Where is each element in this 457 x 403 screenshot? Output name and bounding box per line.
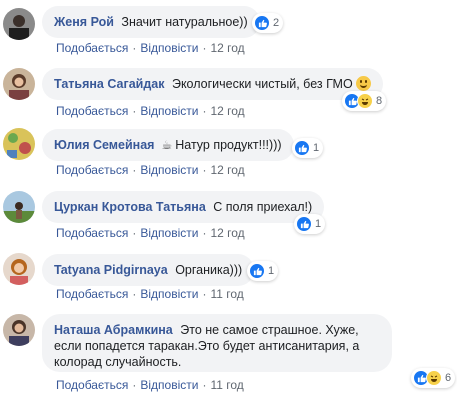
separator: · (132, 287, 137, 301)
comment-author[interactable]: Tatyana Pidgirnaya (54, 263, 168, 277)
comment-text: Экологически чистый, без ГМО (171, 77, 353, 91)
like-icon (254, 15, 270, 31)
reactions-count: 1 (315, 218, 322, 230)
comment-actions: Подобається · Відповісти · 12 год (56, 226, 245, 240)
separator: · (202, 104, 207, 118)
separator: · (132, 163, 137, 177)
timestamp[interactable]: 12 год (210, 41, 244, 55)
reactions-summary[interactable]: 8 (342, 91, 387, 111)
separator: · (132, 378, 137, 392)
comment-bubble: Наташа Абрамкина Это не самое страшное. … (42, 314, 392, 372)
reactions-count: 8 (376, 95, 383, 107)
comment-text: С поля приехал!) (213, 200, 313, 214)
timestamp[interactable]: 12 год (210, 226, 244, 240)
like-icon (296, 216, 312, 232)
comment-actions: Подобається · Відповісти · 12 год (56, 163, 245, 177)
haha-icon (426, 370, 442, 386)
reactions-summary[interactable]: 2 (252, 13, 284, 33)
comment-author[interactable]: Наташа Абрамкина (54, 323, 173, 337)
reply-link[interactable]: Відповісти (140, 104, 198, 118)
like-link[interactable]: Подобається (56, 378, 128, 392)
like-link[interactable]: Подобається (56, 41, 128, 55)
timestamp[interactable]: 11 год (210, 378, 243, 392)
comment-bubble: Tatyana Pidgirnaya Органика))) (42, 254, 255, 286)
reply-link[interactable]: Відповісти (140, 163, 198, 177)
reactions-count: 2 (273, 17, 280, 29)
separator: · (132, 226, 137, 240)
timestamp[interactable]: 12 год (210, 104, 244, 118)
comment-text: Значит натуральное)) (121, 15, 248, 29)
comment-actions: Подобається · Відповісти · 11 год (56, 378, 244, 392)
avatar[interactable] (3, 314, 35, 346)
like-link[interactable]: Подобається (56, 163, 128, 177)
reactions-count: 1 (313, 142, 320, 154)
timestamp[interactable]: 12 год (210, 163, 244, 177)
comment-author[interactable]: Цуркан Кротова Татьяна (54, 200, 206, 214)
avatar[interactable] (3, 8, 35, 40)
comment-actions: Подобається · Відповісти · 12 год (56, 104, 245, 118)
avatar[interactable] (3, 128, 35, 160)
reactions-count: 1 (268, 265, 275, 277)
separator: · (202, 226, 207, 240)
separator: · (202, 378, 207, 392)
reactions-count: 6 (445, 372, 452, 384)
separator: · (132, 41, 137, 55)
avatar[interactable] (3, 68, 35, 100)
comment-author[interactable]: Татьяна Сагайдак (54, 77, 164, 91)
reactions-summary[interactable]: 6 (411, 368, 456, 388)
smile-emoji-icon (355, 76, 371, 91)
comment-author[interactable]: Женя Рой (54, 15, 114, 29)
reactions-summary[interactable]: 1 (292, 138, 324, 158)
comment-author[interactable]: Юлия Семейная (54, 138, 154, 152)
like-link[interactable]: Подобається (56, 287, 128, 301)
comment-text: Органика))) (175, 263, 243, 277)
reactions-summary[interactable]: 1 (247, 261, 279, 281)
separator: · (202, 287, 207, 301)
like-icon (294, 140, 310, 156)
haha-icon (357, 93, 373, 109)
comment-actions: Подобається · Відповісти · 12 год (56, 41, 245, 55)
like-link[interactable]: Подобається (56, 104, 128, 118)
like-icon (249, 263, 265, 279)
comment-bubble: Юлия Семейная ☕ Натур продукт!!!))) (42, 129, 294, 161)
reply-link[interactable]: Відповісти (140, 41, 198, 55)
comment-text: Натур продукт!!!))) (175, 138, 282, 152)
coffee-cup-icon: ☕ (161, 138, 173, 152)
separator: · (202, 41, 207, 55)
like-link[interactable]: Подобається (56, 226, 128, 240)
timestamp[interactable]: 11 год (210, 287, 243, 301)
separator: · (202, 163, 207, 177)
comment-bubble: Татьяна Сагайдак Экологически чистый, бе… (42, 68, 383, 100)
comment-actions: Подобається · Відповісти · 11 год (56, 287, 244, 301)
reply-link[interactable]: Відповісти (140, 287, 198, 301)
avatar[interactable] (3, 191, 35, 223)
reactions-summary[interactable]: 1 (294, 214, 326, 234)
comment-bubble: Женя Рой Значит натуральное)) (42, 6, 260, 38)
comment-bubble: Цуркан Кротова Татьяна С поля приехал!) (42, 191, 325, 223)
avatar[interactable] (3, 253, 35, 285)
reply-link[interactable]: Відповісти (140, 378, 198, 392)
reply-link[interactable]: Відповісти (140, 226, 198, 240)
separator: · (132, 104, 137, 118)
